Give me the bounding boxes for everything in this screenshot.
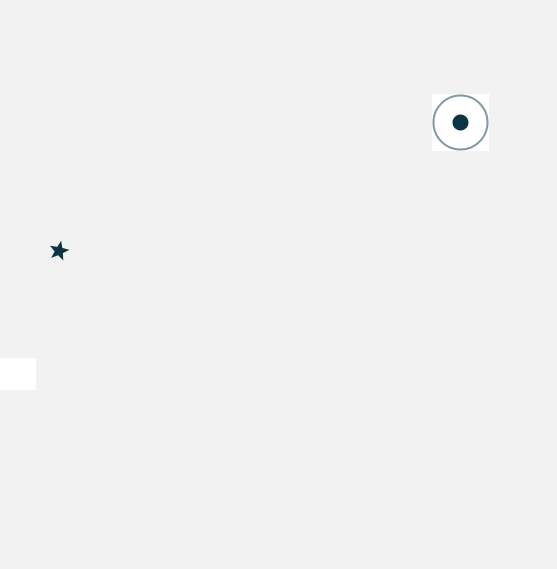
- canvas: [0, 0, 557, 569]
- target-button[interactable]: [432, 94, 489, 151]
- star-button[interactable]: [47, 239, 71, 263]
- star-icon: [50, 240, 70, 261]
- radio-target-icon: [432, 94, 489, 151]
- side-tab[interactable]: [0, 358, 36, 390]
